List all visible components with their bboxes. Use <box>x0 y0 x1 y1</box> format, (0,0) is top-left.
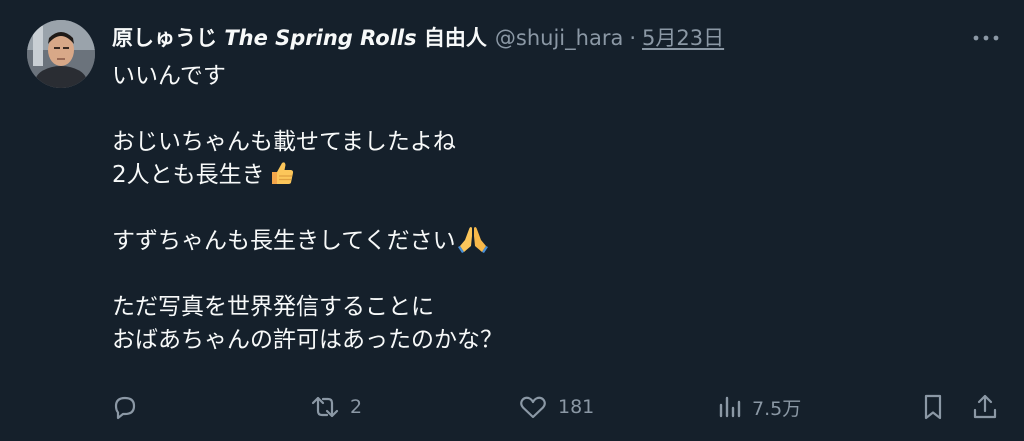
tweet-line-text: すずちゃんも長生きしてください <box>112 228 456 254</box>
retweet-icon <box>311 396 339 418</box>
display-name-jp: 原しゅうじ <box>112 26 225 50</box>
tweet-line-text: 2人とも長生き <box>112 162 265 188</box>
tweet-line: いいんです <box>112 63 226 89</box>
more-icon <box>973 35 999 41</box>
thumbs-up-emoji <box>267 159 295 197</box>
like-count: 181 <box>558 396 595 418</box>
retweet-button[interactable]: 2 <box>308 390 362 424</box>
avatar-photo <box>27 20 95 88</box>
tweet-text: いいんです おじいちゃんも載せてましたよね 2人とも長生き すずちゃんも長生きし… <box>112 60 972 357</box>
display-name[interactable]: 原しゅうじ The Spring Rolls 自由人 <box>112 22 487 54</box>
tweet-line-with-emoji: 2人とも長生き <box>112 159 972 192</box>
views-icon <box>719 396 741 418</box>
share-icon <box>973 394 997 419</box>
separator-dot: · <box>629 26 637 50</box>
tweet-line: ただ写真を世界発信することに <box>112 294 434 320</box>
bookmark-button[interactable] <box>916 390 950 424</box>
more-options-button[interactable] <box>970 26 1002 50</box>
tweet-line: おばあちゃんの許可はあったのかな？ <box>112 327 503 353</box>
reply-button[interactable] <box>108 390 142 424</box>
tweet-date[interactable]: 5月23日 <box>642 22 724 54</box>
like-icon <box>520 396 546 419</box>
tweet-line-with-emoji: すずちゃんも長生きしてください <box>112 225 972 258</box>
display-name-en: The Spring Rolls <box>224 26 417 50</box>
views-button[interactable]: 7.5万 <box>716 390 801 424</box>
action-bar: 2 181 7.5万 <box>108 390 1004 424</box>
display-name-suffix: 自由人 <box>416 26 487 50</box>
retweet-count: 2 <box>350 396 363 418</box>
like-button[interactable]: 181 <box>516 390 594 424</box>
tweet-line: おじいちゃんも載せてましたよね <box>112 129 456 155</box>
tweet[interactable]: 原しゅうじ The Spring Rolls 自由人 @shuji_hara ·… <box>0 0 1024 441</box>
reply-icon <box>114 396 136 420</box>
user-handle[interactable]: @shuji_hara <box>495 22 623 54</box>
bookmark-icon <box>924 394 942 420</box>
tweet-header: 原しゅうじ The Spring Rolls 自由人 @shuji_hara ·… <box>112 22 724 54</box>
avatar[interactable] <box>27 20 95 88</box>
folded-hands-emoji <box>457 225 488 263</box>
view-count: 7.5万 <box>752 397 802 420</box>
share-button[interactable] <box>968 390 1002 424</box>
